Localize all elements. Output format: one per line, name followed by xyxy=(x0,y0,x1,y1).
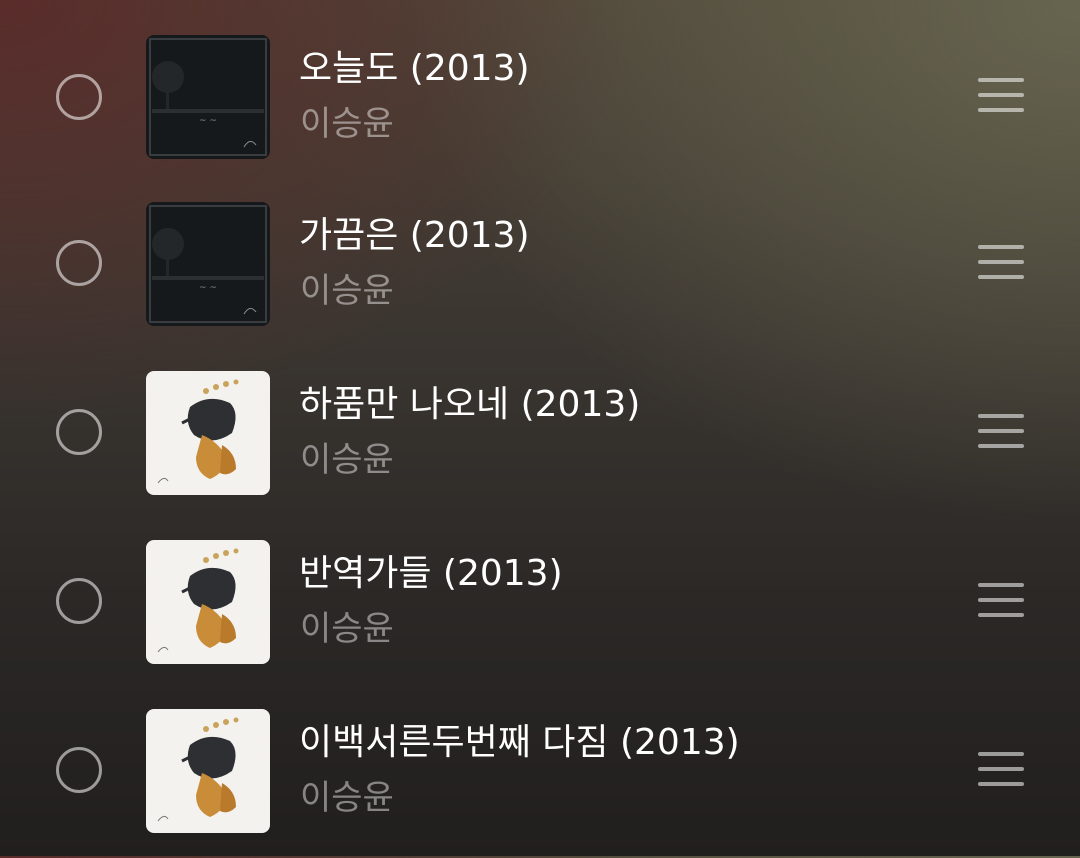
select-radio[interactable] xyxy=(56,74,102,120)
track-row[interactable]: 반역가들 (2013) 이승윤 xyxy=(0,519,1080,689)
svg-text:~ ~: ~ ~ xyxy=(199,283,217,293)
track-title: 이백서른두번째 다짐 (2013) xyxy=(299,722,740,763)
select-radio[interactable] xyxy=(56,578,102,624)
album-art xyxy=(146,540,270,664)
select-radio[interactable] xyxy=(56,240,102,286)
white-illustration-cover-icon xyxy=(146,540,270,664)
select-radio[interactable] xyxy=(56,747,102,793)
track-row[interactable]: ~ ~ 가끔은 (2013) 이승윤 xyxy=(0,181,1080,351)
dark-field-cover-icon: ~ ~ xyxy=(146,35,270,159)
drag-handle-icon[interactable] xyxy=(978,245,1024,279)
select-radio[interactable] xyxy=(56,409,102,455)
track-artist: 이승윤 xyxy=(300,440,394,480)
drag-handle-icon[interactable] xyxy=(978,414,1024,448)
album-art xyxy=(146,371,270,495)
album-art xyxy=(146,709,270,833)
track-title: 하품만 나오네 (2013) xyxy=(299,384,641,425)
track-artist: 이승윤 xyxy=(300,609,394,649)
album-art: ~ ~ xyxy=(146,35,270,159)
track-list: ~ ~ 오늘도 (2013) 이승윤 ~ ~ 가끔은 (2013) 이승윤 하품… xyxy=(0,0,1080,856)
track-title: 반역가들 (2013) xyxy=(299,553,563,594)
track-row[interactable]: 하품만 나오네 (2013) 이승윤 xyxy=(0,350,1080,520)
white-illustration-cover-icon xyxy=(146,371,270,495)
white-illustration-cover-icon xyxy=(146,709,270,833)
track-title: 오늘도 (2013) xyxy=(299,48,530,89)
track-artist: 이승윤 xyxy=(300,271,394,311)
track-title: 가끔은 (2013) xyxy=(299,215,530,256)
svg-text:~ ~: ~ ~ xyxy=(199,116,217,126)
track-row[interactable]: 이백서른두번째 다짐 (2013) 이승윤 xyxy=(0,688,1080,858)
drag-handle-icon[interactable] xyxy=(978,78,1024,112)
album-art: ~ ~ xyxy=(146,202,270,326)
track-artist: 이승윤 xyxy=(300,778,394,818)
track-artist: 이승윤 xyxy=(300,104,394,144)
track-row[interactable]: ~ ~ 오늘도 (2013) 이승윤 xyxy=(0,12,1080,182)
drag-handle-icon[interactable] xyxy=(978,583,1024,617)
drag-handle-icon[interactable] xyxy=(978,752,1024,786)
dark-field-cover-icon: ~ ~ xyxy=(146,202,270,326)
